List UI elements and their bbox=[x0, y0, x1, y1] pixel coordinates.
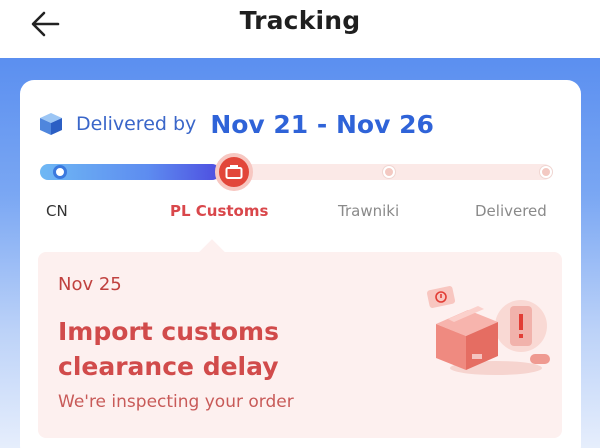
progress-dot-trawniki bbox=[383, 166, 395, 178]
package-box-icon bbox=[40, 113, 62, 135]
stop-label-current: PL Customs bbox=[170, 202, 269, 220]
stop-label-next: Trawniki bbox=[338, 202, 400, 220]
progress-track-fill bbox=[40, 164, 220, 180]
customs-icon bbox=[225, 165, 243, 179]
progress-dot-origin bbox=[53, 165, 67, 179]
latest-event-panel[interactable]: Nov 25 Import customs clearance delay We… bbox=[38, 252, 562, 438]
progress-current-marker bbox=[215, 153, 253, 191]
box-with-alert-illustration bbox=[426, 286, 550, 375]
stop-label-final: Delivered bbox=[475, 202, 547, 220]
progress-dot-delivered bbox=[540, 166, 552, 178]
event-date: Nov 25 bbox=[58, 274, 122, 295]
stop-label-origin: CN bbox=[46, 202, 68, 220]
delivery-estimate: Delivered by Nov 21 - Nov 26 bbox=[38, 106, 434, 142]
delivery-date-range: Nov 21 - Nov 26 bbox=[210, 109, 434, 139]
top-bar: Tracking bbox=[0, 0, 600, 58]
event-title: Import customs clearance delay bbox=[58, 317, 279, 381]
progress-track bbox=[40, 153, 552, 191]
event-subtitle: We're inspecting your order bbox=[58, 392, 294, 412]
progress-stop-labels: CN PL Customs Trawniki Delivered bbox=[20, 202, 581, 224]
tracking-card: Delivered by Nov 21 - Nov 26 CN PL Custo… bbox=[20, 80, 581, 448]
delivered-by-label: Delivered by bbox=[76, 113, 197, 135]
page-title: Tracking bbox=[239, 6, 361, 35]
